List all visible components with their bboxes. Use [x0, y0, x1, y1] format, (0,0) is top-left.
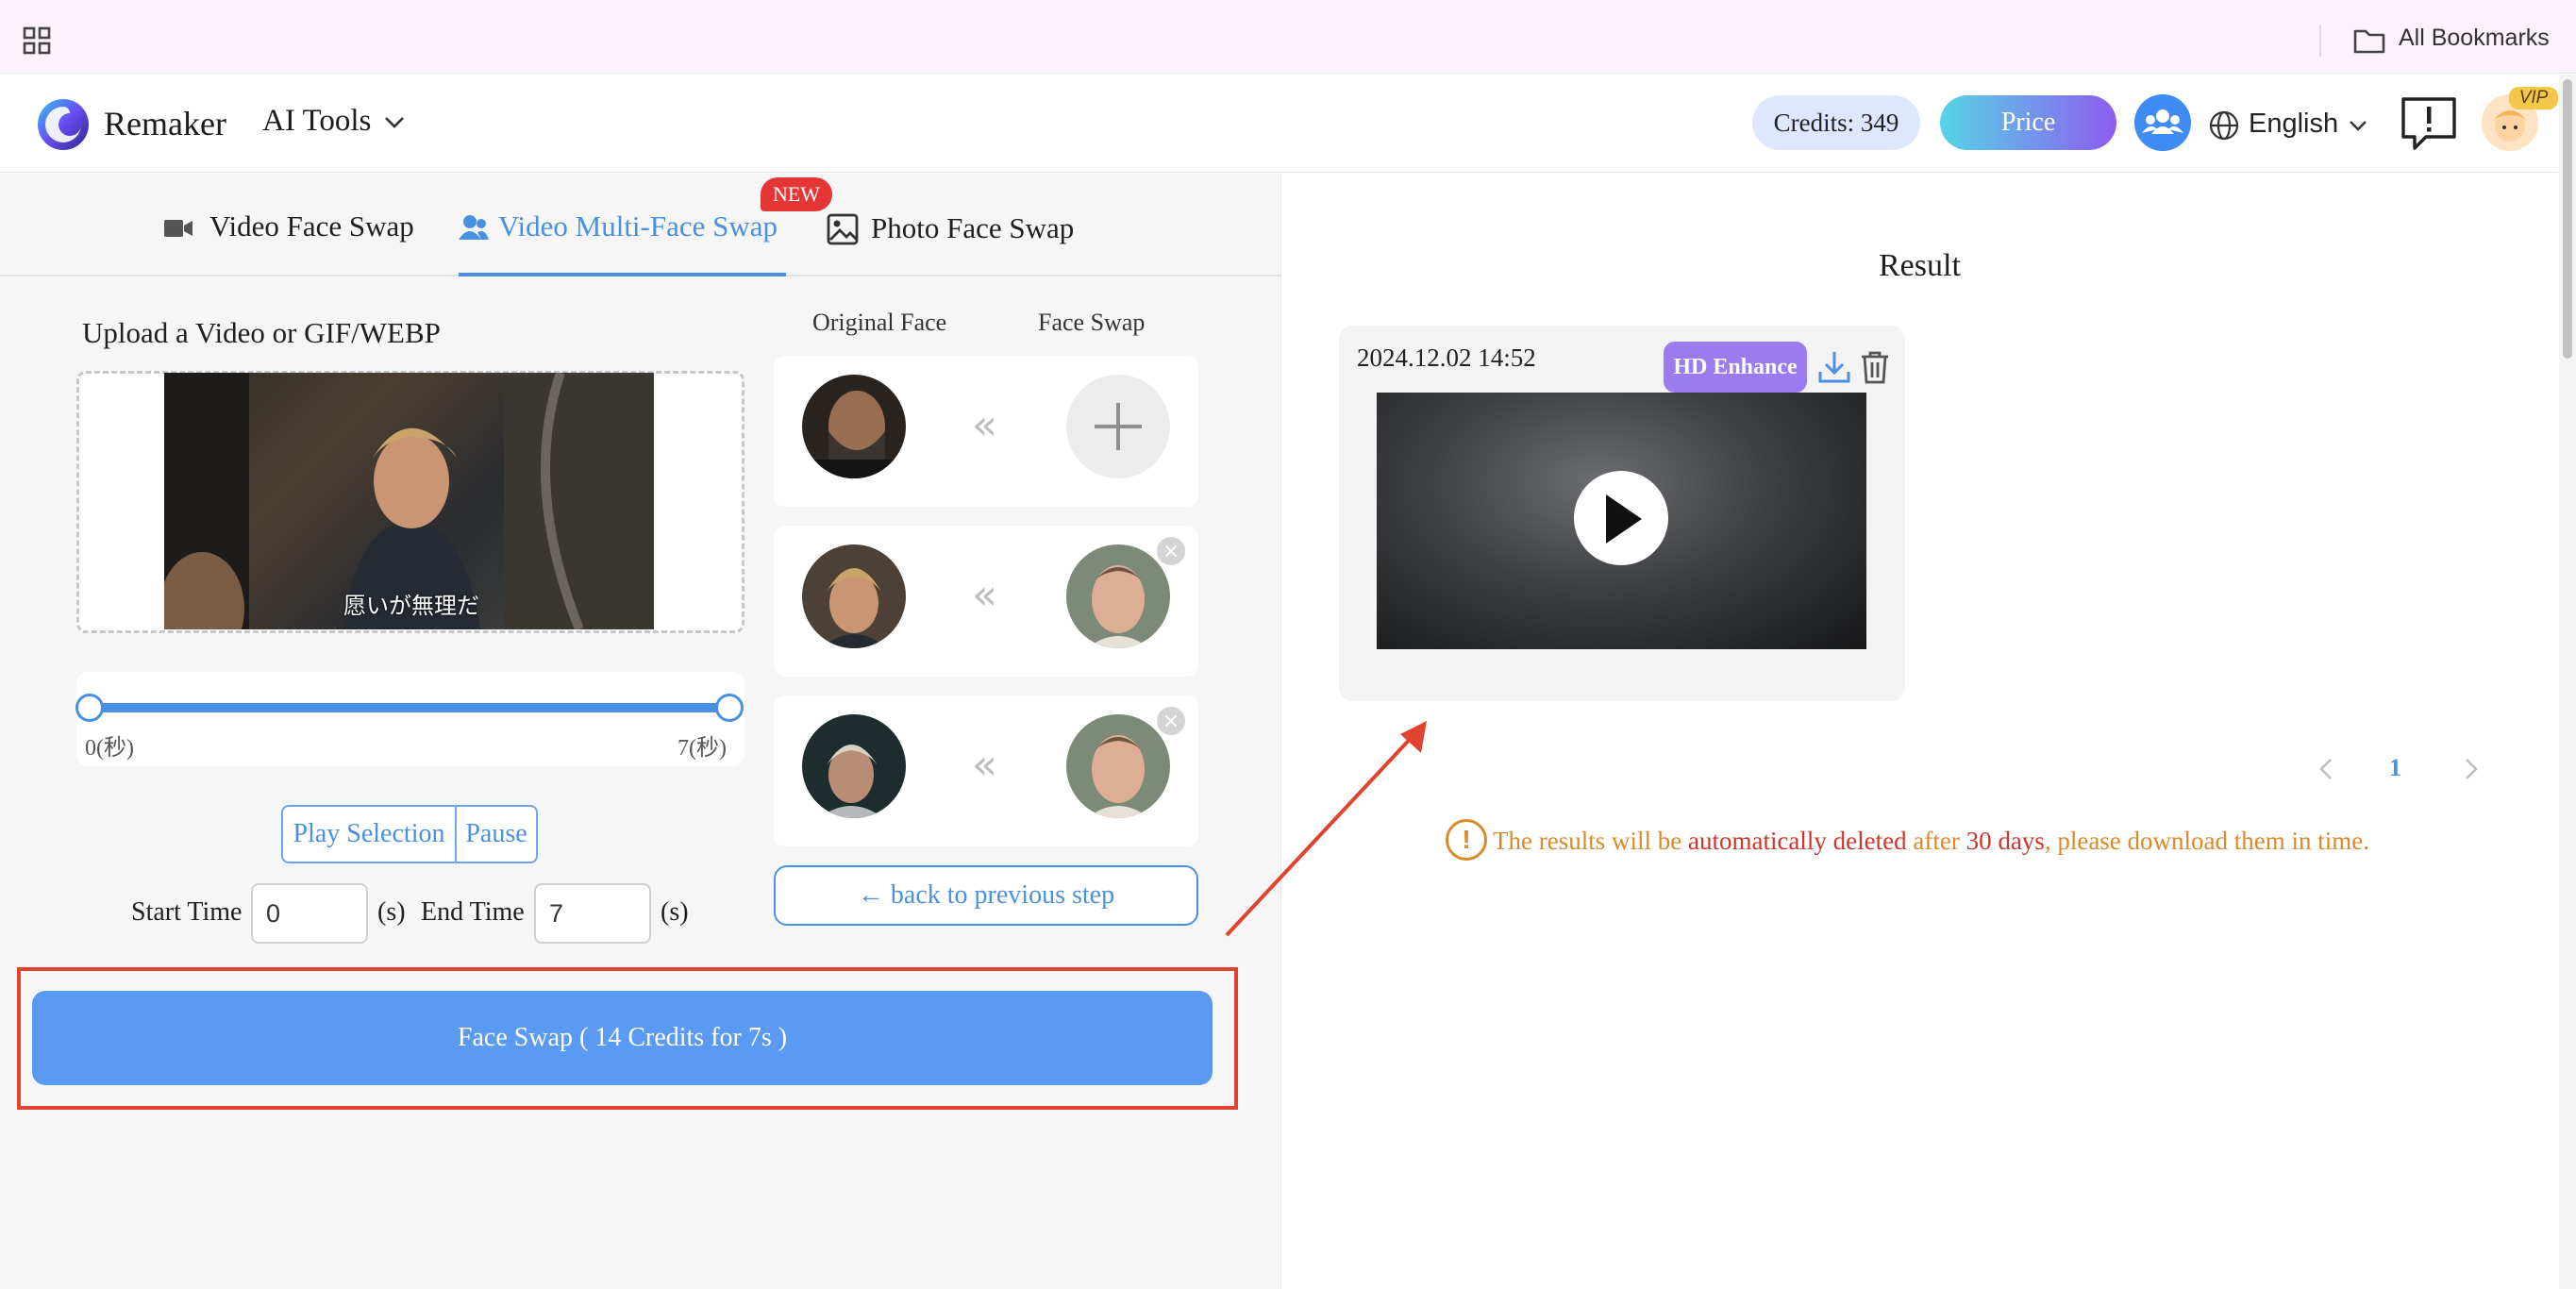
swap-face-thumbnail[interactable]: [1066, 544, 1170, 648]
young-man-face-icon: [802, 714, 906, 818]
image-icon[interactable]: [827, 213, 859, 245]
swap-face-thumbnail[interactable]: [1066, 714, 1170, 818]
notice-part2: automatically deleted: [1687, 827, 1907, 855]
active-tab-indicator: [459, 273, 786, 276]
tab-photo-face-swap[interactable]: Photo Face Swap: [871, 211, 1074, 245]
feedback-icon[interactable]: [2400, 95, 2458, 152]
pause-button[interactable]: Pause: [457, 807, 536, 862]
users-icon[interactable]: [459, 213, 489, 242]
slider-min-label: 0(秒): [85, 736, 134, 761]
back-to-previous-step-button[interactable]: ← back to previous step: [774, 865, 1198, 926]
remove-face-button[interactable]: ×: [1155, 705, 1187, 737]
chevron-down-icon[interactable]: [383, 113, 406, 132]
all-bookmarks-link[interactable]: All Bookmarks: [2399, 25, 2550, 52]
male-face-icon: [1066, 714, 1170, 818]
bookmarks-bar: [0, 0, 2576, 74]
original-face-thumbnail[interactable]: [802, 544, 906, 648]
play-icon[interactable]: [1606, 494, 1642, 544]
remove-face-button[interactable]: ×: [1155, 535, 1187, 567]
original-face-thumbnail[interactable]: [802, 375, 906, 478]
vip-badge: VIP: [2509, 87, 2558, 109]
language-selector[interactable]: English: [2249, 109, 2338, 140]
scrollbar-thumb[interactable]: [2563, 79, 2572, 359]
maps-to-icon: «: [972, 571, 997, 619]
face-swap-button[interactable]: Face Swap ( 14 Credits for 7s ): [32, 991, 1213, 1085]
folder-icon[interactable]: [2353, 26, 2385, 55]
upload-title: Upload a Video or GIF/WEBP: [82, 316, 441, 349]
notice-part4: 30 days: [1965, 827, 2045, 855]
bald-man-face-icon: [802, 375, 906, 478]
original-face-column-header: Original Face: [812, 309, 947, 336]
maps-to-icon: «: [972, 401, 997, 449]
play-selection-button[interactable]: Play Selection: [283, 807, 457, 862]
result-title: Result: [1879, 248, 1961, 283]
notice-part1: The results will be: [1493, 827, 1688, 855]
brand-name[interactable]: Remaker: [104, 104, 226, 143]
add-face-button[interactable]: [1066, 375, 1170, 478]
maps-to-icon: «: [972, 741, 997, 789]
slider-max-label: 7(秒): [677, 736, 727, 761]
playback-button-group: Play Selection Pause: [281, 805, 538, 863]
remaker-logo-icon[interactable]: [36, 97, 91, 152]
end-time-input[interactable]: [534, 883, 651, 944]
apps-grid-icon[interactable]: [23, 26, 51, 55]
tab-video-face-swap[interactable]: Video Face Swap: [209, 209, 414, 243]
trash-icon[interactable]: [1859, 349, 1891, 385]
bookmarks-separator: [2319, 25, 2321, 57]
result-timestamp: 2024.12.02 14:52: [1357, 343, 1536, 372]
male-face-icon: [1066, 544, 1170, 648]
tab-video-multi-face-swap[interactable]: Video Multi-Face Swap: [498, 209, 778, 243]
chevron-left-icon[interactable]: [2316, 755, 2336, 783]
trim-slider-track[interactable]: [89, 703, 730, 712]
download-icon[interactable]: [1817, 349, 1851, 385]
community-icon[interactable]: [2134, 94, 2191, 151]
trim-end-handle[interactable]: [715, 694, 744, 722]
start-time-unit: (s): [377, 897, 406, 927]
end-time-unit: (s): [661, 897, 689, 927]
video-camera-icon[interactable]: [163, 218, 193, 239]
ai-tools-menu[interactable]: AI Tools: [262, 104, 371, 139]
start-time-input[interactable]: [251, 883, 368, 944]
chevron-right-icon[interactable]: [2461, 755, 2482, 783]
notice-part3: after: [1906, 827, 1966, 855]
credits-badge[interactable]: Credits: 349: [1752, 95, 1920, 150]
blond-man-face-icon: [802, 544, 906, 648]
original-face-thumbnail[interactable]: [802, 714, 906, 818]
new-badge: NEW: [761, 177, 832, 211]
deletion-notice: The results will be automatically delete…: [1493, 827, 2369, 856]
notice-part5: , please download them in time.: [2044, 827, 2369, 855]
trim-slider-card: [76, 672, 744, 766]
globe-icon[interactable]: [2208, 109, 2240, 142]
video-subtitle-text: 愿いが無理だ: [343, 593, 479, 619]
hd-enhance-button[interactable]: HD Enhance: [1664, 342, 1807, 393]
trim-start-handle[interactable]: [75, 694, 104, 722]
pagination-current-page[interactable]: 1: [2389, 754, 2401, 782]
price-button[interactable]: Price: [1940, 95, 2116, 150]
chevron-down-icon[interactable]: [2348, 117, 2368, 134]
plus-icon: [1095, 403, 1142, 450]
face-swap-column-header: Face Swap: [1038, 309, 1146, 336]
annotation-arrow-icon: [1225, 721, 1427, 937]
end-time-label: End Time: [421, 897, 525, 927]
warning-icon: !: [1446, 819, 1487, 861]
start-time-label: Start Time: [131, 897, 243, 927]
